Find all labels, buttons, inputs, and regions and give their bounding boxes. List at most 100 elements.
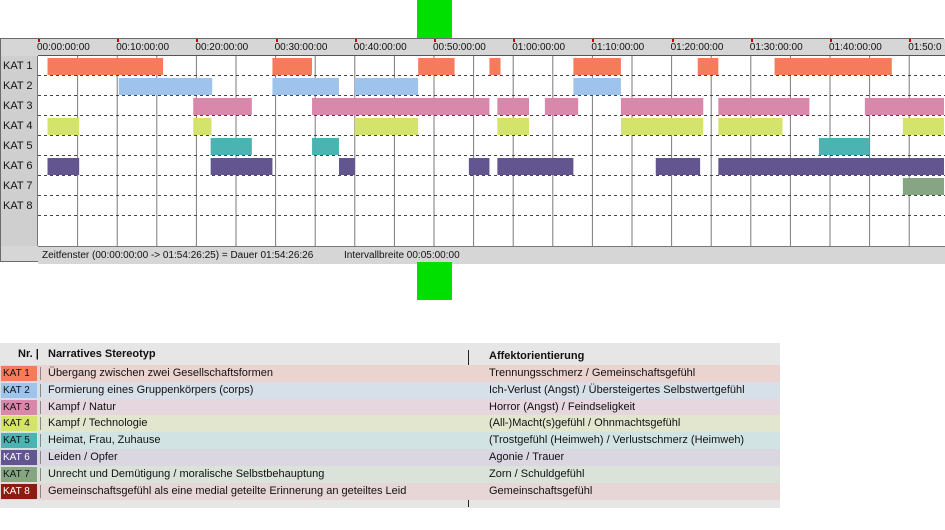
- legend-story-text: Kampf / Technologie: [48, 417, 148, 430]
- row-label: KAT 3: [3, 100, 33, 112]
- timeline-segment[interactable]: [864, 98, 945, 115]
- legend-category-swatch: KAT 4: [1, 416, 37, 432]
- timeline-segment[interactable]: [489, 58, 501, 75]
- legend-category-swatch: KAT 2: [1, 382, 37, 398]
- legend-row: KAT 5 Heimat, Frau, Zuhause (Trostgefühl (…: [0, 432, 780, 450]
- timeline-segment[interactable]: [718, 158, 945, 175]
- timeline-segment[interactable]: [418, 58, 455, 75]
- row-label: KAT 7: [3, 180, 33, 192]
- legend-affect-text: Gemeinschaftsgefühl: [489, 484, 593, 497]
- legend-row: KAT 6 Leiden / Opfer Agonie / Trauer: [0, 449, 780, 466]
- timeline-segment[interactable]: [697, 58, 719, 75]
- legend-row: KAT 3 Kampf / Natur Horror (Angst) / Feind…: [0, 398, 780, 416]
- time-ruler[interactable]: 00:00:00:00 00:10:00:00 00:20:00:00 00:30:0…: [37, 39, 945, 56]
- legend-affect-text: Trennungsschmerz / Gemeinschaftsgefühl: [489, 367, 696, 379]
- timeline-segment[interactable]: [818, 138, 870, 155]
- legend-nr-separator: [40, 484, 41, 498]
- legend-story-text: Formierung eines Gruppenkörpers (corps): [48, 383, 254, 396]
- ruler-tick-label: 00:30:00:00: [274, 42, 328, 53]
- ruler-tick-label: 01:50:0: [908, 42, 942, 53]
- legend-nr-separator: [40, 434, 41, 448]
- timeline-segment[interactable]: [573, 58, 621, 75]
- legend-category-swatch: KAT 5: [1, 433, 37, 449]
- timeline-segment[interactable]: [573, 78, 621, 95]
- row-label: KAT 8: [3, 200, 33, 212]
- timeline-segment[interactable]: [272, 78, 339, 95]
- legend-category-swatch: KAT 7: [1, 466, 37, 482]
- timeline-segment[interactable]: [620, 118, 704, 135]
- legend-row: KAT 7 Unrecht und Demütigung / moralische…: [0, 465, 780, 483]
- legend-nr-separator: [40, 400, 41, 414]
- timeline-segment[interactable]: [210, 158, 273, 175]
- timeline-segment[interactable]: [193, 98, 252, 115]
- timeline-segment[interactable]: [902, 118, 945, 135]
- row-label: KAT 1: [3, 60, 33, 72]
- legend-story-text: Kampf / Natur: [48, 400, 116, 413]
- status-bar: Zeitfenster (00:00:00:00 -> 01:54:26:25)…: [38, 246, 945, 264]
- legend-row: KAT 8 Gemeinschaftsgefühl als eine medial…: [0, 482, 780, 500]
- timeline-segment[interactable]: [272, 58, 313, 75]
- timeline-panel: 00:00:00:00 00:10:00:00 00:20:00:00 00:30:0…: [0, 38, 945, 264]
- row-label: KAT 6: [3, 160, 33, 172]
- timeline-segment[interactable]: [193, 118, 212, 135]
- ruler-tick-label: 00:50:00:00: [433, 42, 486, 53]
- legend-category-swatch: KAT 6: [1, 450, 37, 465]
- legend-story-text: Gemeinschaftsgefühl als eine medial gete…: [48, 484, 407, 497]
- legend-affect-text: Agonie / Trauer: [489, 451, 565, 463]
- legend-nr-separator: [40, 383, 41, 397]
- timeline-segment[interactable]: [47, 58, 164, 75]
- timeline-segment[interactable]: [718, 118, 783, 135]
- timeline-segment[interactable]: [655, 158, 701, 175]
- legend-affect-text: (All-)Macht(s)gefühl / Ohnmachtsgefühl: [489, 417, 681, 430]
- ruler-tick-label: 01:00:00:00: [512, 42, 566, 53]
- timeline-segment[interactable]: [47, 118, 80, 135]
- legend-affect-text: Zorn / Schuldgefühl: [489, 467, 585, 480]
- legend-header-affect: Affektorientierung: [489, 350, 585, 362]
- timeline-segment[interactable]: [774, 58, 892, 75]
- legend-nr-separator: [40, 451, 41, 464]
- ruler-tick-label: 01:20:00:00: [670, 42, 724, 53]
- legend-header-nr: Nr. |: [18, 348, 39, 360]
- timeline-segment[interactable]: [544, 98, 579, 115]
- ruler-tick-label: 00:00:00:00: [37, 42, 90, 53]
- legend-row: KAT 4 Kampf / Technologie (All-)Macht(s)ge…: [0, 415, 780, 433]
- legend-affect-text: Ich-Verlust (Angst) / Übersteigertes Sel…: [489, 383, 745, 396]
- legend-header-story: Narratives Stereotyp: [48, 348, 156, 360]
- row-label-column: KAT 1 KAT 2 KAT 3 KAT 4 KAT 5 KAT 6 KAT 7 KAT 8: [1, 56, 38, 246]
- ruler-tick-label: 01:30:00:00: [749, 42, 803, 53]
- timeline-segment[interactable]: [210, 138, 252, 155]
- timeline-segment[interactable]: [338, 158, 355, 175]
- timeline-segment[interactable]: [354, 78, 419, 95]
- ruler-tick-label: 01:10:00:00: [591, 42, 645, 53]
- timeline-segment[interactable]: [497, 118, 530, 135]
- legend-affect-text: Horror (Angst) / Feindseligkeit: [489, 400, 636, 413]
- timeline-grid: [38, 56, 945, 246]
- timeline-segment[interactable]: [718, 98, 810, 115]
- timeline-segment[interactable]: [312, 98, 490, 115]
- legend-story-text: Unrecht und Demütigung / moralische Selb…: [48, 467, 325, 480]
- legend-header: Nr. | Narratives Stereotyp Affektorienti…: [0, 343, 780, 365]
- row-label: KAT 5: [3, 140, 33, 152]
- status-time-window: Zeitfenster (00:00:00:00 -> 01:54:26:25)…: [42, 250, 314, 261]
- timeline-segment[interactable]: [354, 118, 419, 135]
- timeline-segment[interactable]: [497, 158, 574, 175]
- legend-nr-separator: [40, 467, 41, 481]
- legend-nr-separator: [40, 367, 41, 380]
- legend-category-swatch: KAT 3: [1, 399, 37, 415]
- timeline-segment[interactable]: [468, 158, 490, 175]
- timeline-segment[interactable]: [118, 78, 213, 95]
- timeline-segment[interactable]: [47, 158, 80, 175]
- legend-row: KAT 1 Übergang zwischen zwei Gesellschaft…: [0, 365, 780, 382]
- legend-affect-text: (Trostgefühl (Heimweh) / Verlustschmerz …: [489, 434, 745, 447]
- timeline-segment[interactable]: [312, 138, 339, 155]
- timeline-plot[interactable]: [38, 56, 945, 246]
- row-label: KAT 2: [3, 80, 33, 92]
- legend-category-swatch: KAT 8: [1, 483, 37, 499]
- timeline-segment[interactable]: [620, 98, 704, 115]
- legend-table: Nr. | Narratives Stereotyp Affektorienti…: [0, 343, 780, 508]
- timeline-segment[interactable]: [497, 98, 530, 115]
- timeline-segment[interactable]: [902, 178, 945, 195]
- green-marker-bottom: [417, 262, 452, 300]
- legend-nr-separator: [40, 417, 41, 431]
- ruler-tick-label: 00:40:00:00: [353, 42, 407, 53]
